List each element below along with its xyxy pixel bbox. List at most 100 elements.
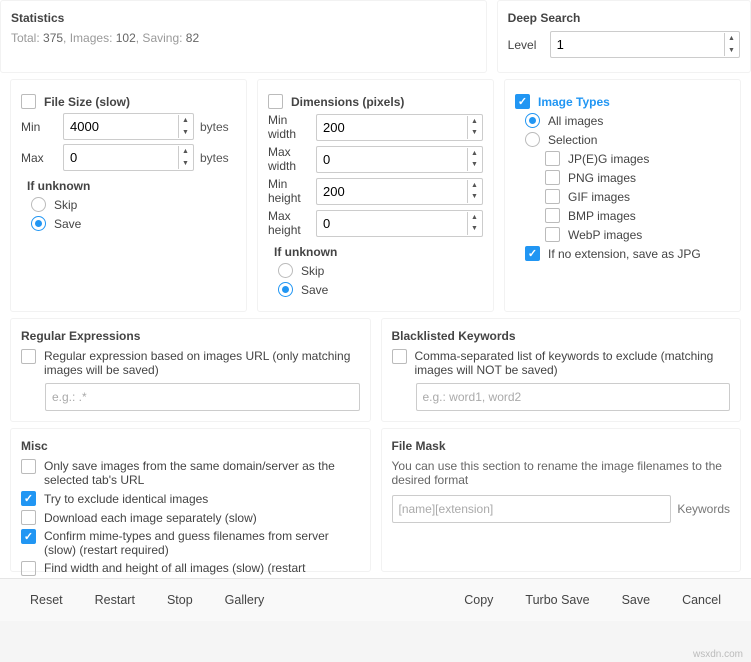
level-select[interactable]: ▲▼ [550, 31, 740, 58]
stop-button[interactable]: Stop [151, 587, 209, 613]
watermark: wsxdn.com [693, 649, 743, 660]
filemask-section: File Mask You can use this section to re… [381, 428, 742, 572]
filesize-save-radio[interactable] [31, 216, 46, 231]
save-button[interactable]: Save [606, 587, 667, 613]
gif-check[interactable] [545, 189, 560, 204]
deep-search-title: Deep Search [508, 11, 740, 25]
find-dims-check[interactable] [21, 561, 36, 576]
filemask-input[interactable] [392, 495, 672, 523]
gif-label: GIF images [568, 190, 630, 204]
chevron-up-icon[interactable]: ▲ [725, 33, 738, 45]
minwidth-label: Min width [268, 113, 310, 141]
skip-label: Skip [301, 264, 324, 278]
chevron-down-icon[interactable]: ▼ [468, 191, 481, 203]
chevron-up-icon[interactable]: ▲ [468, 116, 481, 128]
exclude-identical-label: Try to exclude identical images [44, 492, 208, 506]
confirm-mime-label: Confirm mime-types and guess filenames f… [44, 529, 360, 557]
chevron-down-icon[interactable]: ▼ [725, 45, 738, 57]
selection-label: Selection [548, 133, 597, 147]
all-images-label: All images [548, 114, 603, 128]
misc-title: Misc [21, 439, 360, 453]
maxwidth-input[interactable] [316, 146, 483, 173]
copy-button[interactable]: Copy [448, 587, 509, 613]
chevron-down-icon[interactable]: ▼ [468, 159, 481, 171]
maxheight-input[interactable] [316, 210, 483, 237]
confirm-mime-check[interactable] [21, 529, 36, 544]
blacklist-title: Blacklisted Keywords [392, 329, 731, 343]
webp-check[interactable] [545, 227, 560, 242]
exclude-identical-check[interactable] [21, 491, 36, 506]
deep-search-section: Deep Search Level ▲▼ [497, 0, 751, 73]
image-types-section: Image Types All images Selection JP(E)G … [504, 79, 741, 312]
selection-radio[interactable] [525, 132, 540, 147]
min-label: Min [21, 120, 57, 134]
level-label: Level [508, 38, 544, 52]
maxwidth-label: Max width [268, 145, 310, 173]
regex-desc: Regular expression based on images URL (… [44, 349, 360, 377]
chevron-up-icon[interactable]: ▲ [179, 115, 192, 127]
reset-button[interactable]: Reset [14, 587, 79, 613]
settings-panel: Statistics Total: 375, Images: 102, Savi… [0, 0, 751, 621]
save-label: Save [301, 283, 328, 297]
png-label: PNG images [568, 171, 636, 185]
chevron-down-icon[interactable]: ▼ [468, 127, 481, 139]
filesize-enable-check[interactable] [21, 94, 36, 109]
filesize-skip-radio[interactable] [31, 197, 46, 212]
jpeg-check[interactable] [545, 151, 560, 166]
blacklist-enable-check[interactable] [392, 349, 407, 364]
chevron-down-icon[interactable]: ▼ [179, 158, 192, 170]
save-label: Save [54, 217, 81, 231]
regex-section: Regular Expressions Regular expression b… [10, 318, 371, 422]
jpeg-label: JP(E)G images [568, 152, 649, 166]
find-dims-label: Find width and height of all images (slo… [44, 561, 305, 575]
image-types-title: Image Types [538, 95, 610, 109]
filesize-max-input[interactable] [63, 144, 194, 171]
max-label: Max [21, 151, 57, 165]
maxheight-label: Max height [268, 209, 310, 237]
chevron-down-icon[interactable]: ▼ [468, 223, 481, 235]
dimensions-title: Dimensions (pixels) [291, 95, 404, 109]
chevron-down-icon[interactable]: ▼ [179, 127, 192, 139]
blacklist-input[interactable] [416, 383, 731, 411]
blacklist-desc: Comma-separated list of keywords to excl… [415, 349, 731, 377]
misc-section: Misc Only save images from the same doma… [10, 428, 371, 572]
dims-skip-radio[interactable] [278, 263, 293, 278]
filemask-title: File Mask [392, 439, 731, 453]
bytes-unit: bytes [200, 120, 236, 134]
skip-label: Skip [54, 198, 77, 212]
bytes-unit: bytes [200, 151, 236, 165]
minheight-input[interactable] [316, 178, 483, 205]
regex-input[interactable] [45, 383, 360, 411]
bmp-label: BMP images [568, 209, 636, 223]
statistics-section: Statistics Total: 375, Images: 102, Savi… [0, 0, 487, 73]
gallery-button[interactable]: Gallery [209, 587, 281, 613]
same-domain-check[interactable] [21, 459, 36, 474]
dimensions-enable-check[interactable] [268, 94, 283, 109]
restart-button[interactable]: Restart [79, 587, 151, 613]
chevron-up-icon[interactable]: ▲ [179, 146, 192, 158]
keywords-link[interactable]: Keywords [677, 502, 730, 516]
regex-enable-check[interactable] [21, 349, 36, 364]
png-check[interactable] [545, 170, 560, 185]
same-domain-label: Only save images from the same domain/se… [44, 459, 360, 487]
dims-save-radio[interactable] [278, 282, 293, 297]
turbo-save-button[interactable]: Turbo Save [509, 587, 605, 613]
minheight-label: Min height [268, 177, 310, 205]
noext-check[interactable] [525, 246, 540, 261]
types-enable-check[interactable] [515, 94, 530, 109]
minwidth-input[interactable] [316, 114, 483, 141]
filesize-section: File Size (slow) Min ▲▼ bytes Max ▲▼ byt… [10, 79, 247, 312]
webp-label: WebP images [568, 228, 642, 242]
chevron-up-icon[interactable]: ▲ [468, 180, 481, 192]
chevron-up-icon[interactable]: ▲ [468, 212, 481, 224]
dimensions-section: Dimensions (pixels) Min width▲▼ Max widt… [257, 79, 494, 312]
download-separately-label: Download each image separately (slow) [44, 511, 257, 525]
all-images-radio[interactable] [525, 113, 540, 128]
cancel-button[interactable]: Cancel [666, 587, 737, 613]
download-separately-check[interactable] [21, 510, 36, 525]
chevron-up-icon[interactable]: ▲ [468, 148, 481, 160]
statistics-title: Statistics [11, 11, 476, 25]
filesize-min-input[interactable] [63, 113, 194, 140]
filesize-title: File Size (slow) [44, 95, 130, 109]
bmp-check[interactable] [545, 208, 560, 223]
